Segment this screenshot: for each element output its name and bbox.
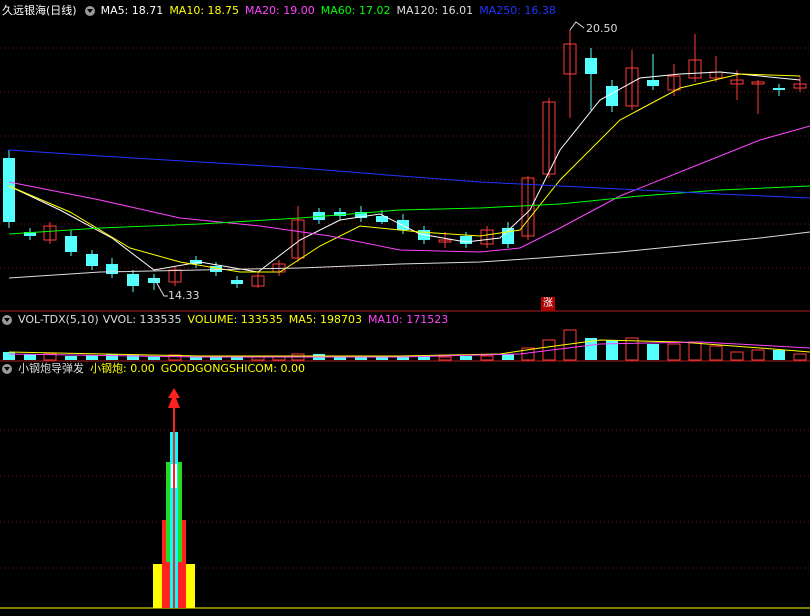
volume-bar [606,340,618,360]
indicator-pane-menu-icon[interactable] [2,364,12,374]
ma5-label: MA5: 18.71 [100,4,164,17]
candle-body [773,88,785,90]
ma20-line [8,125,810,253]
indicator-pane[interactable]: 小钢炮导弹发 小钢炮: 0.00 GOODGONGSHICOM: 0.00 [0,362,810,616]
vol-ma5-label: MA5: 198703 [288,313,363,326]
volume-bar [106,354,118,360]
candle-body [127,274,139,286]
candle-body [86,254,98,266]
indicator-title: 小钢炮导弹发 [18,362,84,375]
volume-bar [460,356,472,360]
volume-value-label: VOLUME: 133535 [187,313,283,326]
ma20-label: MA20: 19.00 [245,4,315,17]
volume-pane[interactable]: VOL-TDX(5,10) VVOL: 133535 VOLUME: 13353… [0,312,810,362]
ma120-line [8,231,810,279]
volume-bar [773,350,785,360]
volume-bar [709,345,723,361]
volume-title: VOL-TDX(5,10) [18,313,99,326]
candle-body [106,264,118,274]
volume-bar [751,349,765,361]
volume-bar [3,352,15,360]
volume-bar [688,341,702,361]
volume-bar [667,343,681,361]
high-price-label: 20.50 [586,22,618,35]
volume-bar [647,344,659,360]
ma60-line [8,185,810,235]
volume-bar [65,356,77,360]
missile-icon [168,388,180,408]
candle-body [460,236,472,244]
indicator-header: 小钢炮导弹发 小钢炮: 0.00 GOODGONGSHICOM: 0.00 [0,362,311,376]
indicator-menu-icon[interactable] [84,6,95,16]
ma120-label: MA120: 16.01 [396,4,474,17]
volume-bar [730,351,744,361]
candle-body [65,236,77,252]
price-header: 久远银海(日线) MA5: 18.71 MA10: 18.75 MA20: 19… [0,4,562,18]
ma5-line [8,71,801,273]
volume-bar [24,354,36,360]
candle-body [585,58,597,74]
candle-body [231,280,243,284]
indicator-value-label: 小钢炮: 0.00 [90,362,155,375]
volume-bar [793,353,807,361]
low-price-label: 14.33 [168,289,200,302]
volume-bar [438,356,452,361]
ma60-label: MA60: 17.02 [320,4,391,17]
indicator-site-label: GOODGONGSHICOM: 0.00 [160,362,305,375]
price-chart[interactable] [0,0,810,312]
ma250-label: MA250: 16.38 [479,4,556,17]
vol-ma10-label: MA10: 171523 [368,313,449,326]
high-price-pointer [569,21,585,31]
limit-up-badge: 涨 [541,297,555,311]
volume-bar [480,355,494,361]
candle-body [3,158,15,222]
ma10-line [8,73,801,273]
stock-title: 久远银海(日线) [2,4,77,17]
price-chart-pane[interactable]: 久远银海(日线) MA5: 18.71 MA10: 18.75 MA20: 19… [0,0,810,312]
vvol-label: VVOL: 133535 [102,313,182,326]
indicator-chart[interactable] [0,362,810,616]
ma10-label: MA10: 18.75 [169,4,240,17]
candle-body [647,80,659,86]
volume-menu-icon[interactable] [2,315,12,325]
ma250-line [8,149,810,199]
volume-header: VOL-TDX(5,10) VVOL: 133535 VOLUME: 13353… [0,313,454,327]
